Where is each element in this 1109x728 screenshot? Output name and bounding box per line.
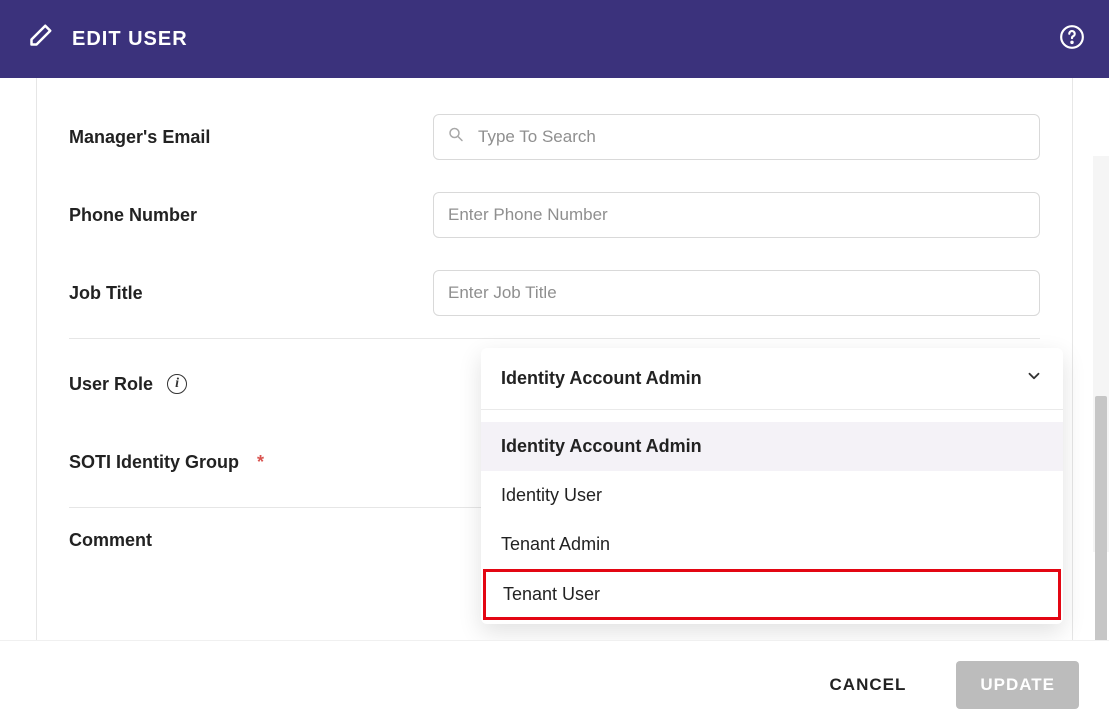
label-user-role-text: User Role (69, 374, 153, 395)
info-icon[interactable]: i (167, 374, 187, 394)
divider (69, 338, 1040, 339)
label-job-title: Job Title (69, 283, 409, 304)
form-content: Manager's Email Phone Number (0, 78, 1109, 640)
page-title: EDIT USER (72, 28, 188, 51)
user-role-options: Identity Account Admin Identity User Ten… (481, 410, 1063, 620)
user-role-select[interactable]: Identity Account Admin (481, 348, 1063, 410)
cancel-button[interactable]: CANCEL (806, 661, 931, 709)
label-soti-group-text: SOTI Identity Group (69, 452, 239, 473)
scrollbar[interactable] (1093, 156, 1109, 552)
dialog-footer: CANCEL UPDATE (0, 640, 1109, 728)
option-identity-user[interactable]: Identity User (481, 471, 1063, 520)
header-left: EDIT USER (24, 22, 188, 57)
option-tenant-user[interactable]: Tenant User (483, 569, 1061, 620)
job-title-input[interactable] (433, 270, 1040, 316)
label-soti-group: SOTI Identity Group * (69, 452, 409, 473)
edit-icon (24, 22, 54, 57)
help-icon[interactable] (1059, 24, 1085, 55)
row-managers-email: Manager's Email (37, 98, 1072, 176)
search-icon (447, 126, 465, 149)
row-job-title: Job Title (37, 254, 1072, 332)
row-phone: Phone Number (37, 176, 1072, 254)
option-identity-account-admin[interactable]: Identity Account Admin (481, 422, 1063, 471)
update-button[interactable]: UPDATE (956, 661, 1079, 709)
required-asterisk: * (257, 452, 264, 473)
form-panel: Manager's Email Phone Number (36, 78, 1073, 640)
managers-email-input[interactable] (433, 114, 1040, 160)
chevron-down-icon (1025, 367, 1043, 390)
option-tenant-admin[interactable]: Tenant Admin (481, 520, 1063, 569)
label-comment: Comment (69, 530, 409, 551)
label-managers-email: Manager's Email (69, 127, 409, 148)
page-header: EDIT USER (0, 0, 1109, 78)
phone-input[interactable] (433, 192, 1040, 238)
label-user-role: User Role i (69, 374, 409, 395)
label-phone: Phone Number (69, 205, 409, 226)
scrollbar-thumb[interactable] (1095, 396, 1107, 640)
user-role-selected: Identity Account Admin (501, 368, 702, 389)
user-role-dropdown: Identity Account Admin Identity Account … (481, 348, 1063, 624)
